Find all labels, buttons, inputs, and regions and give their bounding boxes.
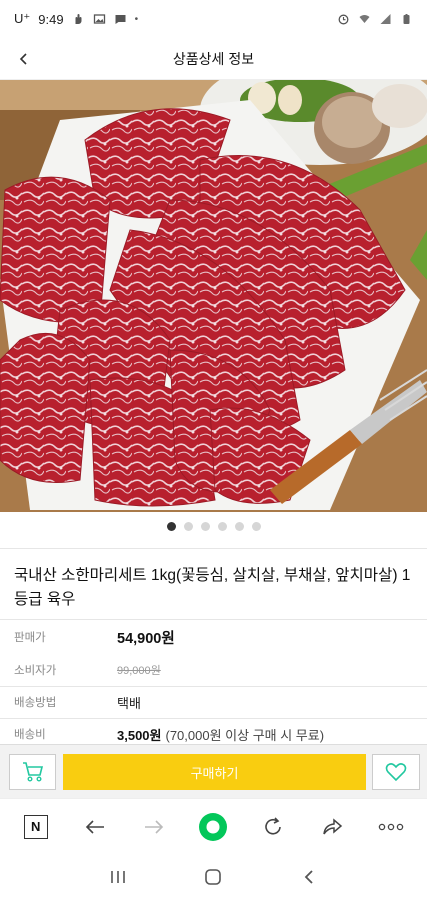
notification-dot-icon: •	[134, 13, 139, 25]
battery-icon	[403, 14, 410, 24]
shipping-method-row: 배송방법 택배	[14, 692, 414, 712]
shipping-fee-label: 배송비	[14, 729, 46, 741]
status-left: U⁺ 9:49 •	[14, 11, 138, 27]
price-row: 판매가 54,900원	[14, 626, 414, 648]
share-icon	[323, 817, 343, 834]
share-button[interactable]	[312, 807, 352, 847]
system-back-button[interactable]	[291, 859, 327, 895]
cart-button[interactable]	[9, 754, 56, 790]
browser-forward-button[interactable]	[134, 807, 174, 847]
browser-toolbar: N	[0, 798, 427, 854]
naver-logo-icon: N	[23, 814, 48, 839]
pagination-dot[interactable]	[183, 522, 193, 531]
recent-apps-button[interactable]	[100, 859, 136, 895]
image-pagination	[0, 522, 427, 531]
more-button[interactable]	[371, 807, 411, 847]
divider	[0, 686, 427, 687]
price-label: 판매가	[14, 632, 46, 644]
refresh-button[interactable]	[253, 807, 293, 847]
shipping-fee: 3,500원	[117, 727, 162, 743]
wishlist-button[interactable]	[372, 754, 420, 790]
browser-back-button[interactable]	[75, 807, 115, 847]
heart-icon	[385, 763, 407, 782]
consumer-price-row: 소비자가 99,000원	[14, 660, 414, 680]
system-nav-bar	[0, 854, 427, 900]
back-button[interactable]	[10, 47, 38, 71]
home-button[interactable]	[195, 859, 231, 895]
status-right	[337, 13, 413, 25]
message-icon	[115, 15, 126, 24]
home-icon	[205, 869, 222, 885]
naver-logo-text: N	[30, 819, 41, 834]
shipping-fee-row: 배송비 3,500원 (70,000원 이상 구매 시 무료)	[14, 724, 414, 744]
pagination-dot[interactable]	[200, 522, 210, 531]
more-dots-icon	[379, 823, 404, 830]
pagination-dot-active[interactable]	[166, 522, 176, 531]
product-name: 국내산 소한마리세트 1kg(꽃등심, 살치살, 부채살, 앞치마살) 1등급 …	[14, 567, 411, 608]
refresh-icon	[264, 816, 281, 835]
alarm-icon	[338, 14, 349, 25]
naver-home-button[interactable]: N	[16, 807, 56, 847]
chevron-left-icon	[304, 870, 313, 884]
chevron-left-icon	[19, 53, 27, 65]
cart-icon	[22, 762, 43, 782]
divider	[0, 548, 427, 549]
shipping-method-label: 배송방법	[14, 697, 57, 709]
beef-photo-icon	[0, 80, 427, 512]
buy-button[interactable]: 구매하기	[63, 754, 366, 790]
pagination-dot[interactable]	[234, 522, 244, 531]
gallery-icon	[93, 14, 105, 24]
signal-icon	[380, 14, 391, 24]
green-dot-button[interactable]	[193, 807, 233, 847]
product-image[interactable]	[0, 80, 427, 512]
consumer-price-label: 소비자가	[14, 665, 57, 677]
sale-price: 54,900원	[117, 630, 175, 647]
pagination-dot[interactable]	[217, 522, 227, 531]
shipping-method: 택배	[117, 695, 141, 711]
pagination-dot[interactable]	[251, 522, 261, 531]
page-title: 상품상세 정보	[172, 50, 255, 67]
divider	[0, 619, 427, 620]
divider	[0, 718, 427, 719]
arrow-left-icon	[85, 819, 104, 834]
status-bar: U⁺ 9:49 •	[0, 0, 427, 38]
green-circle-icon	[199, 812, 228, 841]
status-time: 9:49	[38, 11, 64, 27]
wifi-icon	[359, 15, 370, 23]
arrow-right-icon	[145, 819, 164, 834]
app-header: 상품상세 정보	[0, 38, 427, 80]
free-shipping-note: (70,000원 이상 구매 시 무료)	[165, 727, 325, 743]
consumer-price: 99,000원	[117, 665, 161, 677]
hand-icon	[75, 14, 82, 24]
purchase-action-bar: 구매하기	[0, 744, 427, 798]
recent-apps-icon	[111, 871, 125, 883]
carrier-label: U⁺	[14, 11, 31, 26]
